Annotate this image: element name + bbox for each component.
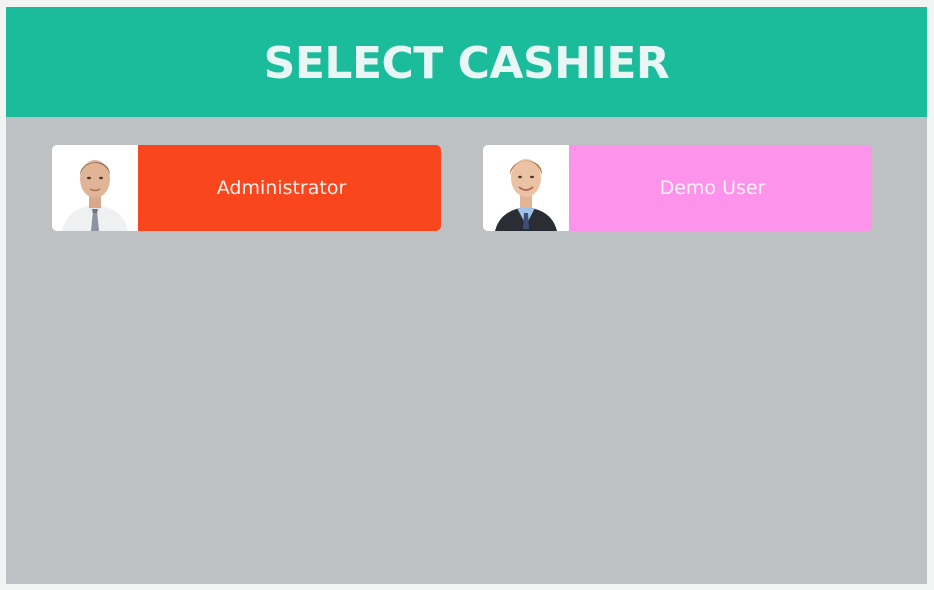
page-header: SELECT CASHIER [6, 7, 927, 117]
user-avatar-icon [483, 145, 569, 231]
user-avatar-icon [52, 145, 138, 231]
cashier-name: Administrator [216, 177, 347, 199]
cashier-select-screen: SELECT CASHIER Administrator Demo User [6, 7, 927, 584]
cashier-card-demo-user[interactable]: Demo User [483, 145, 872, 231]
cashier-name: Demo User [659, 177, 766, 199]
cashier-card-administrator[interactable]: Administrator [52, 145, 441, 231]
page-title: SELECT CASHIER [263, 37, 670, 89]
